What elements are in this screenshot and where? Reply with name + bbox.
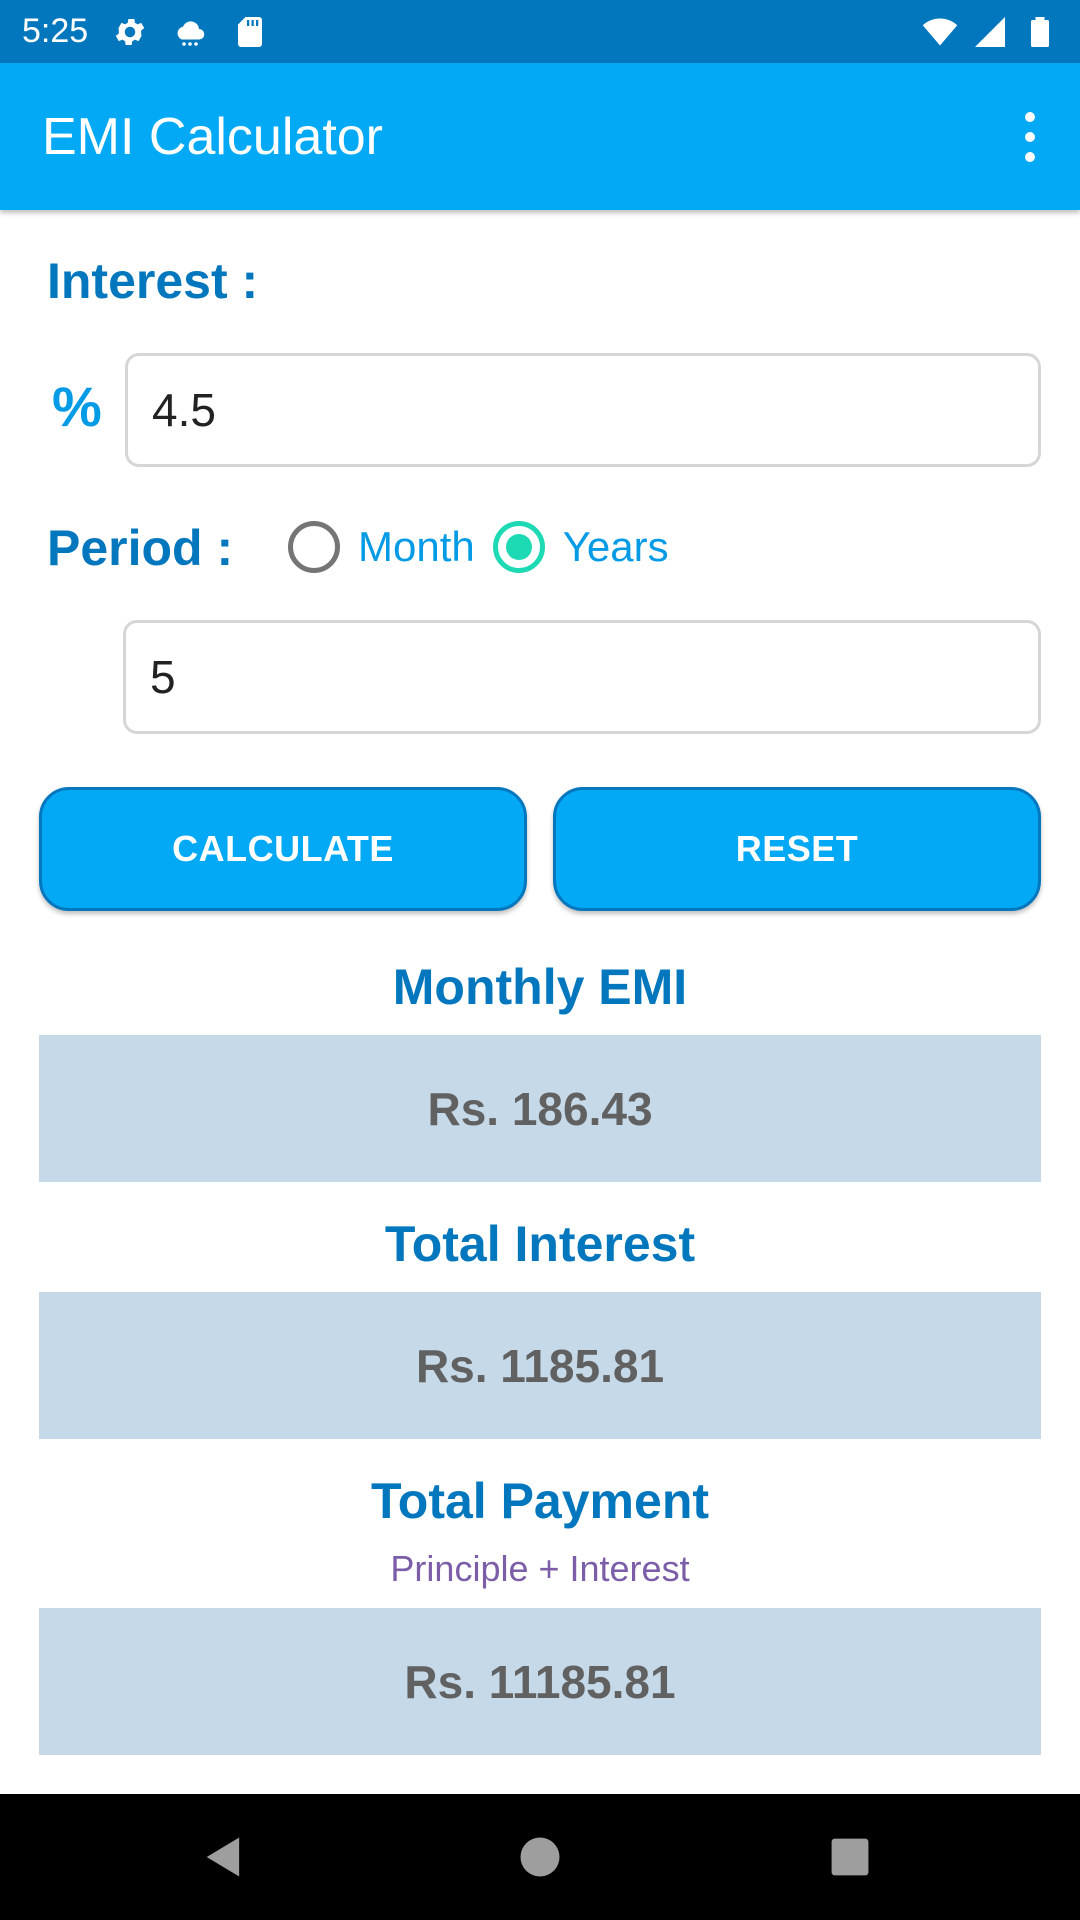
status-left: 5:25 — [22, 12, 268, 51]
app-title: EMI Calculator — [42, 107, 383, 166]
radio-years-label[interactable]: Years — [563, 523, 669, 571]
battery-icon — [1031, 16, 1049, 47]
total-interest-value: Rs. 1185.81 — [39, 1292, 1041, 1439]
calculate-button[interactable]: CALCULATE — [39, 787, 527, 911]
total-payment-value: Rs. 11185.81 — [39, 1608, 1041, 1755]
recents-icon[interactable] — [824, 1831, 876, 1883]
monthly-emi-title: Monthly EMI — [392, 959, 688, 1015]
reset-button[interactable]: RESET — [553, 787, 1041, 911]
home-icon[interactable] — [514, 1831, 566, 1883]
radio-years-circle[interactable] — [492, 521, 545, 573]
back-icon[interactable] — [198, 1831, 250, 1883]
interest-input[interactable]: 4.5 — [125, 353, 1041, 467]
monthly-emi-value: Rs. 186.43 — [39, 1035, 1041, 1182]
navigation-bar — [0, 1794, 1080, 1920]
radio-month[interactable]: Month — [288, 521, 475, 573]
radio-month-circle[interactable] — [288, 521, 340, 573]
cloud-icon — [177, 20, 205, 46]
period-label: Period : — [47, 520, 234, 576]
status-right — [922, 14, 1058, 50]
radio-month-label[interactable]: Month — [358, 523, 475, 571]
total-payment-title: Total Payment — [370, 1473, 710, 1529]
signal-icon — [975, 16, 1005, 47]
more-vert-icon[interactable] — [1010, 107, 1050, 167]
app-bar: EMI Calculator — [0, 63, 1080, 210]
status-bar: 5:25 — [0, 0, 1080, 63]
radio-years[interactable]: Years — [492, 521, 669, 573]
interest-label: Interest : — [47, 253, 259, 309]
wifi-icon — [922, 18, 958, 45]
total-payment-subtitle: Principle + Interest — [390, 1548, 690, 1589]
status-time: 5:25 — [22, 12, 89, 50]
total-interest-title: Total Interest — [384, 1216, 696, 1272]
sd-card-icon — [238, 16, 263, 47]
settings-icon — [115, 18, 145, 45]
period-radio-group: Month Years — [288, 521, 687, 573]
period-input[interactable]: 5 — [123, 620, 1041, 734]
percent-symbol: % — [52, 375, 102, 438]
